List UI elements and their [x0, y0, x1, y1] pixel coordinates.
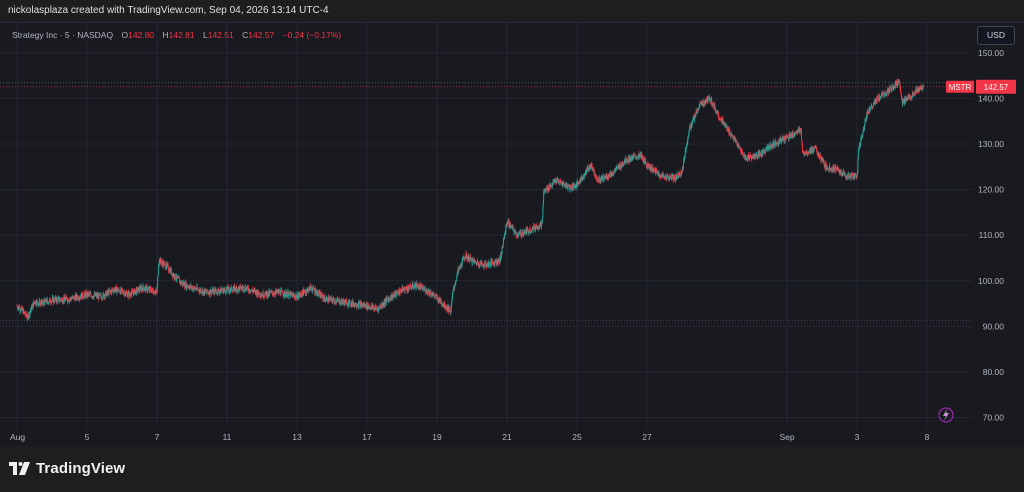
- candle-body: [688, 127, 690, 131]
- candle-body: [597, 178, 599, 182]
- candle-body: [678, 173, 680, 177]
- candle-body: [479, 263, 481, 266]
- candle-body: [349, 304, 351, 306]
- candle-body: [688, 133, 690, 137]
- candle-body: [30, 309, 32, 311]
- candle-body: [137, 290, 138, 292]
- candle-body: [173, 274, 175, 278]
- candle-body: [625, 157, 627, 163]
- candle-body: [433, 293, 435, 296]
- candle-body: [265, 291, 267, 293]
- top-bar: nickolasplaza created with TradingView.c…: [0, 0, 1024, 22]
- candle: [399, 287, 401, 297]
- candle-body: [583, 173, 585, 177]
- candles: [16, 78, 924, 321]
- candle-body: [174, 273, 176, 279]
- candle-body: [57, 298, 59, 302]
- candle-body: [31, 305, 33, 310]
- candle-body: [409, 284, 411, 289]
- candle-body: [127, 292, 129, 296]
- candle-body: [271, 291, 273, 294]
- candle-body: [406, 288, 408, 291]
- candle-body: [481, 263, 483, 266]
- candle-body: [471, 258, 473, 264]
- candle-body: [326, 297, 328, 302]
- candle-body: [543, 191, 545, 202]
- candle-body: [456, 276, 458, 281]
- candle-body: [142, 285, 144, 288]
- candle: [602, 175, 603, 182]
- candle-body: [157, 274, 159, 278]
- candle-body: [424, 288, 426, 293]
- candle-body: [365, 304, 367, 308]
- candle-body: [530, 232, 532, 233]
- candlestick-chart[interactable]: 70.0080.0090.00100.00110.00120.00130.001…: [0, 23, 1024, 446]
- candle-body: [384, 301, 386, 305]
- candle: [344, 298, 346, 305]
- chart-area[interactable]: 70.00 80.00 90.00 100.00 110.00 120.00 130.00 1…: [0, 22, 1024, 446]
- candle-body: [333, 299, 335, 303]
- candle-body: [613, 171, 615, 174]
- candle: [409, 284, 411, 290]
- candle-body: [528, 232, 530, 234]
- candle-body: [37, 300, 39, 304]
- candle-body: [399, 289, 401, 295]
- candle-body: [336, 300, 338, 303]
- candle-body: [552, 183, 553, 186]
- candle-body: [631, 155, 632, 160]
- candle-body: [332, 300, 334, 303]
- candle-body: [522, 231, 524, 235]
- credit-text: nickolasplaza created with TradingView.c…: [8, 5, 329, 16]
- candle-body: [694, 115, 696, 117]
- candle-body: [232, 289, 234, 292]
- candle: [448, 305, 450, 315]
- grid-lines: [0, 23, 972, 429]
- candle-body: [666, 175, 668, 180]
- candle-body: [417, 283, 419, 286]
- candle-body: [504, 233, 506, 239]
- candle-body: [224, 288, 226, 291]
- candle-body: [316, 291, 318, 296]
- candle-body: [157, 277, 159, 286]
- candle: [675, 171, 677, 182]
- candle: [470, 257, 472, 262]
- candle-body: [412, 283, 414, 288]
- candle-body: [527, 228, 529, 233]
- candle-body: [470, 257, 472, 262]
